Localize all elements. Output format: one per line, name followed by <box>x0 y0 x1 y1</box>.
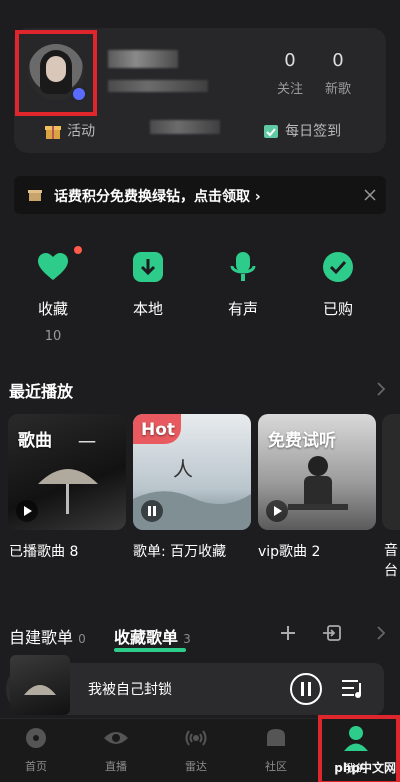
quick-favorites[interactable]: 收藏 10 <box>23 246 83 344</box>
card-tag: Hot <box>141 420 176 440</box>
recent-title: 最近播放 <box>9 382 74 401</box>
promo-banner[interactable]: 话费积分免费换绿钻，点击领取 › <box>14 176 386 214</box>
check-circle-icon <box>323 252 353 282</box>
svg-text:一: 一 <box>78 433 96 454</box>
nav-community[interactable]: 社区 <box>246 726 306 774</box>
nav-live[interactable]: 直播 <box>86 726 146 774</box>
new-songs-count: 0 <box>332 50 344 71</box>
pause-icon[interactable] <box>141 500 163 522</box>
recent-caption-vip: vip歌曲 2 <box>258 544 321 560</box>
notification-dot <box>74 246 82 254</box>
chevron-right-icon[interactable] <box>376 626 386 640</box>
recent-caption-songs: 已播歌曲 8 <box>9 544 79 560</box>
favorites-count: 10 <box>44 329 62 344</box>
user-info-blurred <box>108 80 208 92</box>
audio-label: 有声 <box>227 300 258 318</box>
purchased-label: 已购 <box>322 300 353 318</box>
recent-caption-playlist: 歌单: 百万收藏 <box>133 544 227 560</box>
nav-home[interactable]: 首页 <box>6 726 66 774</box>
mini-player[interactable]: 我被自己封锁 <box>6 655 384 715</box>
nav-radar[interactable]: 雷达 <box>166 726 226 774</box>
follow-count: 0 <box>284 50 296 71</box>
music-disc-icon <box>26 728 46 748</box>
new-songs-label[interactable]: 新歌 <box>318 78 358 97</box>
tab-label: 收藏歌单 <box>114 628 179 647</box>
calendar-check-icon <box>264 124 278 138</box>
tab-saved-playlists[interactable]: 收藏歌单 3 <box>114 624 191 648</box>
download-icon <box>133 252 163 282</box>
nav-label: 雷达 <box>185 760 207 773</box>
vip-badge-icon <box>71 86 87 102</box>
recent-caption-partial: 音台 <box>384 543 398 579</box>
avatar-face <box>46 56 66 82</box>
card-tag: 免费试听 <box>268 431 336 451</box>
add-icon[interactable] <box>279 624 297 642</box>
tab-label: 自建歌单 <box>9 628 74 647</box>
tab-count: 0 <box>78 632 86 646</box>
eye-icon <box>104 732 128 744</box>
card-tag: 歌曲 <box>18 431 52 451</box>
nav-label: 社区 <box>265 760 287 773</box>
favorites-label: 收藏 <box>37 300 68 318</box>
gift-icon <box>45 125 61 139</box>
nav-label: 直播 <box>105 760 127 773</box>
activity-label: 活动 <box>67 123 96 140</box>
close-icon[interactable] <box>364 189 376 201</box>
microphone-icon <box>230 252 256 281</box>
heart-icon <box>38 253 68 280</box>
tab-count: 3 <box>183 632 191 646</box>
svg-text:人: 人 <box>173 457 193 481</box>
quick-audio[interactable]: 有声 <box>213 250 273 319</box>
recent-card-partial[interactable] <box>382 414 400 530</box>
now-playing-cover[interactable] <box>10 655 70 715</box>
chevron-right-icon[interactable] <box>376 382 386 396</box>
now-playing-title: 我被自己封锁 <box>88 682 172 698</box>
import-icon[interactable] <box>322 624 342 642</box>
active-tab-underline <box>114 648 186 652</box>
username-blurred <box>108 50 178 68</box>
tab-created-playlists[interactable]: 自建歌单 0 <box>9 624 86 648</box>
daily-checkin[interactable]: 每日签到 <box>262 120 341 141</box>
nav-label: 首页 <box>25 760 47 773</box>
quick-purchased[interactable]: 已购 <box>308 250 368 319</box>
recent-card-vip[interactable]: 免费试听 <box>258 414 376 530</box>
pause-button[interactable] <box>289 672 323 706</box>
avatar-highlight-box <box>15 30 97 116</box>
activity-blurred <box>150 120 220 134</box>
follow-label[interactable]: 关注 <box>270 78 310 97</box>
banner-icon <box>28 190 42 201</box>
playlist-queue-icon[interactable] <box>340 677 366 701</box>
local-label: 本地 <box>132 300 163 318</box>
play-icon[interactable] <box>16 500 38 522</box>
recent-card-playlist[interactable]: 人 Hot <box>133 414 251 530</box>
radar-icon <box>185 730 207 746</box>
activity-row[interactable]: 活动 <box>44 120 95 141</box>
community-icon <box>267 729 285 746</box>
play-icon[interactable] <box>266 500 288 522</box>
banner-text: 话费积分免费换绿钻，点击领取 › <box>54 189 261 205</box>
quick-local[interactable]: 本地 <box>118 250 178 319</box>
checkin-label: 每日签到 <box>285 123 342 140</box>
watermark: php中文网 <box>334 761 396 775</box>
recent-card-songs[interactable]: 一 歌曲 <box>8 414 126 530</box>
